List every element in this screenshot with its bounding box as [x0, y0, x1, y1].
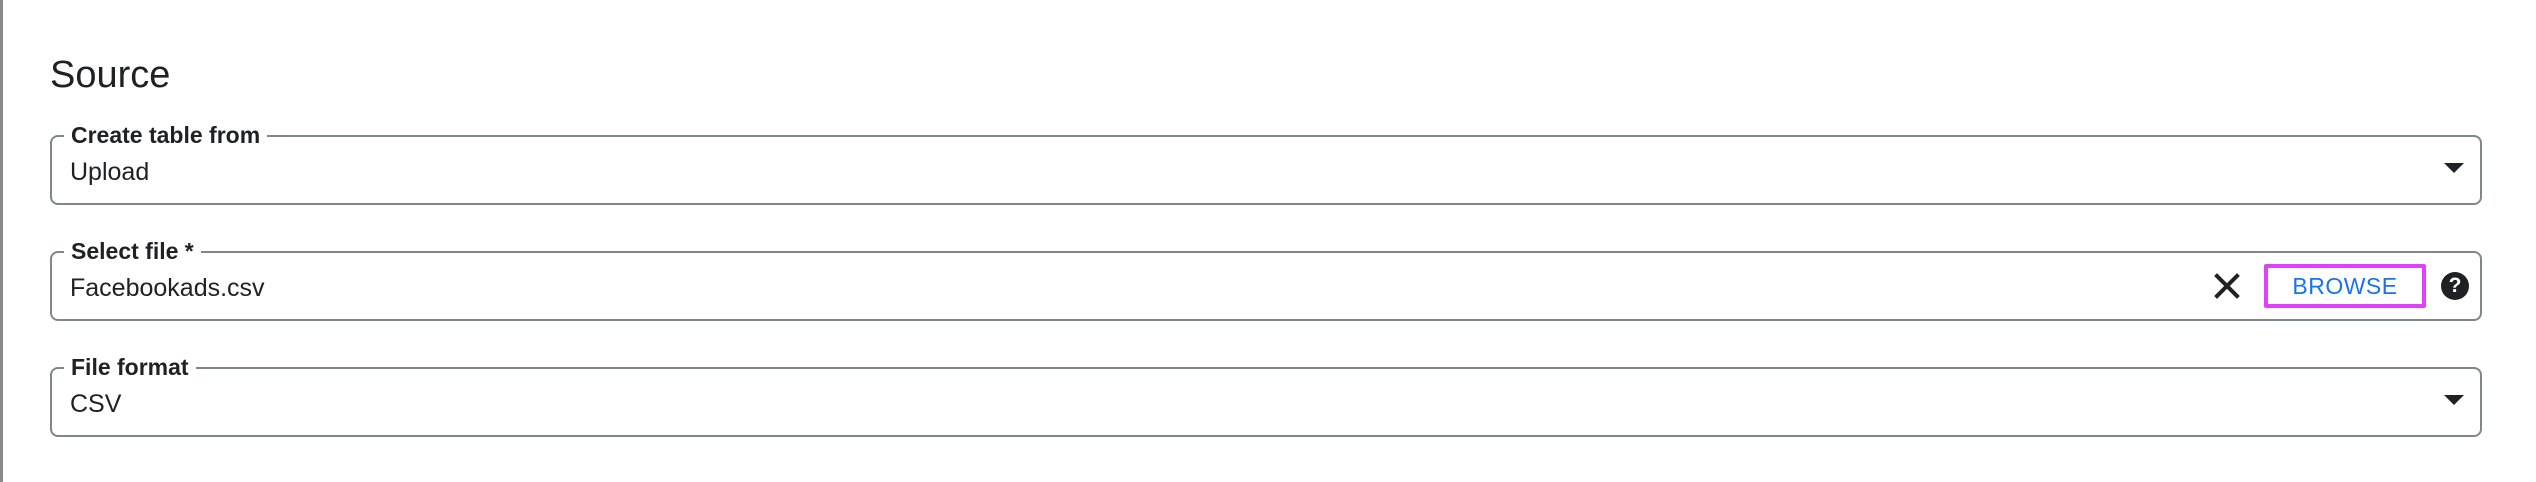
select-file-field: Select file * Facebookads.csv BROWSE ? — [50, 237, 2482, 321]
select-file-value[interactable]: Facebookads.csv — [70, 272, 265, 304]
select-file-label: Select file * — [64, 237, 201, 265]
file-format-value[interactable]: CSV — [70, 388, 121, 420]
file-format-select[interactable]: File format CSV — [50, 353, 2482, 437]
browse-button[interactable]: BROWSE — [2264, 264, 2426, 308]
create-table-from-value[interactable]: Upload — [70, 156, 149, 188]
arrow-drop-down-icon[interactable] — [2444, 395, 2464, 405]
create-table-from-select[interactable]: Create table from Upload — [50, 121, 2482, 205]
file-format-label: File format — [64, 353, 196, 381]
panel-left-border — [0, 0, 3, 482]
close-icon[interactable] — [2210, 269, 2244, 303]
create-table-from-label: Create table from — [64, 121, 268, 149]
section-title: Source — [50, 54, 171, 96]
arrow-drop-down-icon[interactable] — [2444, 163, 2464, 173]
help-icon[interactable]: ? — [2441, 272, 2469, 300]
